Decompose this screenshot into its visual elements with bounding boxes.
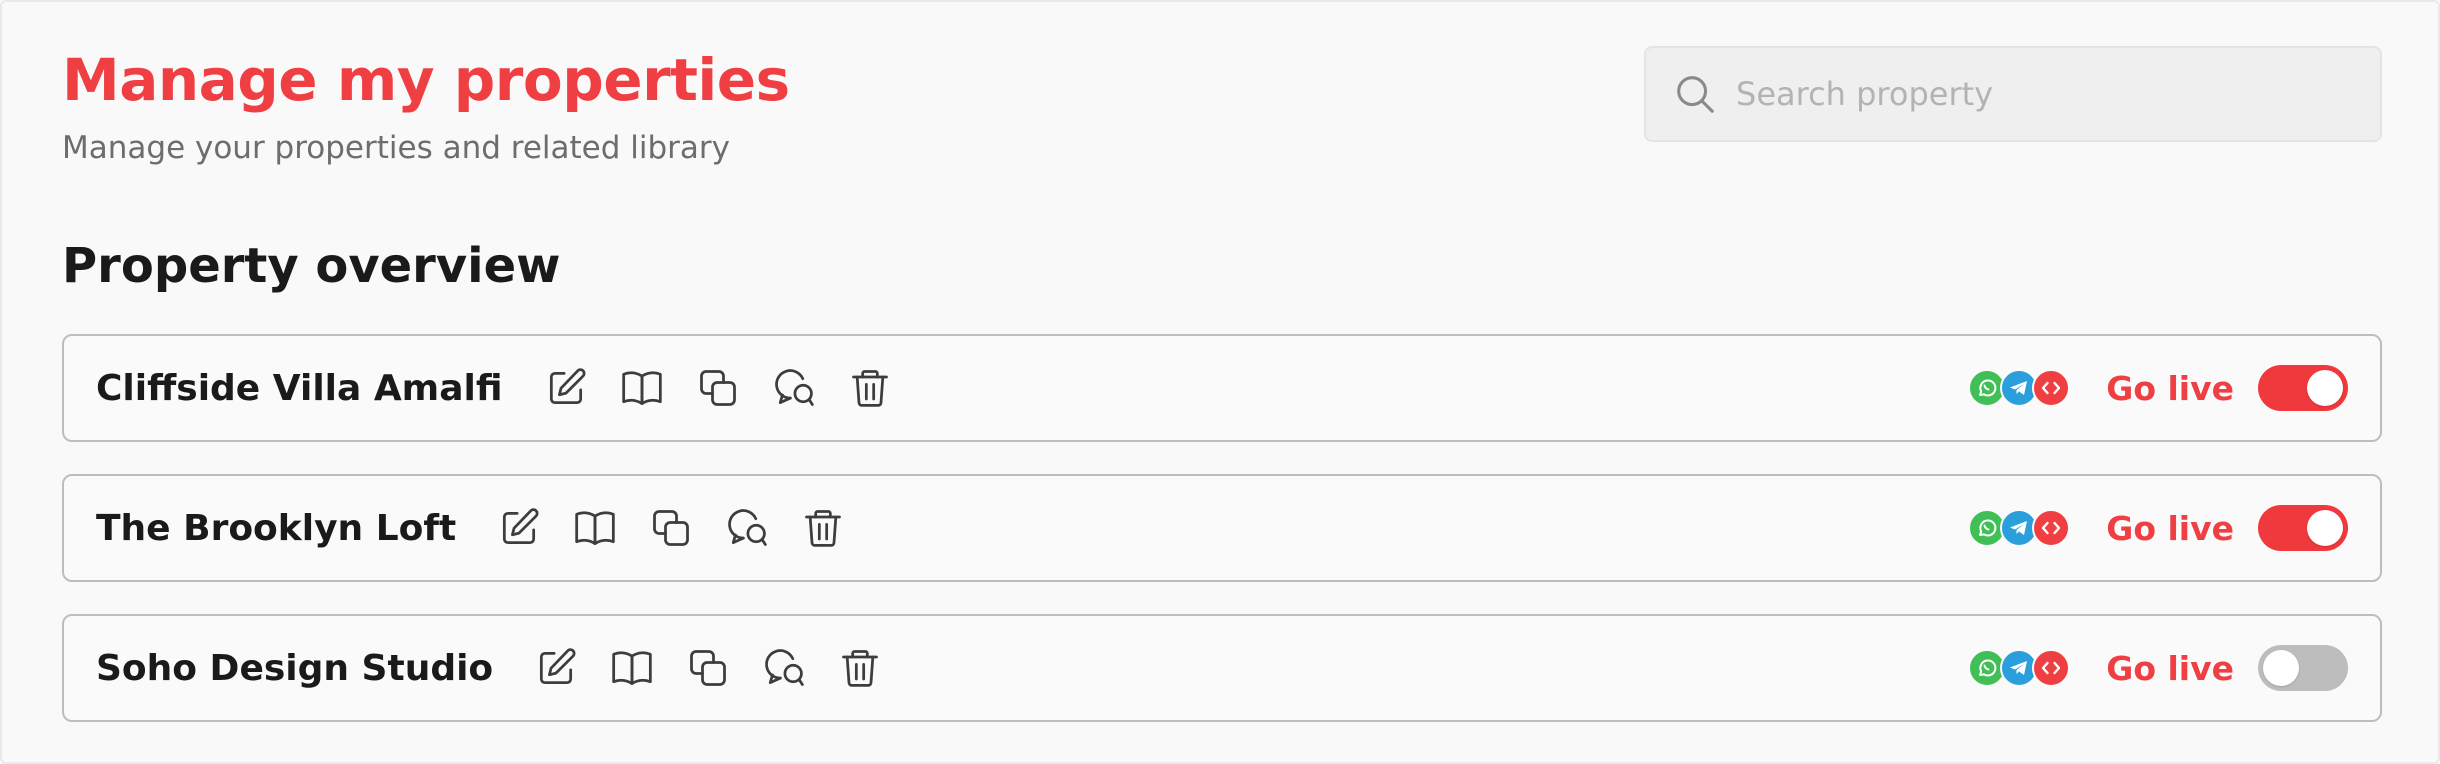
property-row: Cliffside Villa Amalfi Go live	[62, 334, 2382, 442]
duplicate-icon	[686, 646, 730, 690]
edit-button[interactable]	[533, 645, 579, 691]
delete-icon	[801, 506, 845, 550]
go-live-toggle[interactable]	[2258, 645, 2348, 691]
property-actions	[496, 505, 846, 551]
go-live-label: Go live	[2106, 368, 2234, 408]
page-subtitle: Manage your properties and related libra…	[62, 130, 731, 166]
delete-button[interactable]	[847, 365, 893, 411]
duplicate-button[interactable]	[648, 505, 694, 551]
chat-button[interactable]	[761, 645, 807, 691]
library-button[interactable]	[609, 645, 655, 691]
embed-code-icon	[2032, 649, 2071, 687]
search-box[interactable]	[1644, 46, 2382, 142]
page-title: Manage my properties	[62, 46, 790, 114]
toggle-knob	[2307, 510, 2343, 546]
library-button[interactable]	[619, 365, 665, 411]
toggle-knob	[2307, 370, 2343, 406]
edit-button[interactable]	[496, 505, 542, 551]
toggle-knob	[2263, 650, 2299, 686]
duplicate-icon	[649, 506, 693, 550]
duplicate-button[interactable]	[685, 645, 731, 691]
chat-button[interactable]	[771, 365, 817, 411]
embed-code-icon	[2032, 509, 2071, 547]
go-live-toggle[interactable]	[2258, 505, 2348, 551]
delete-button[interactable]	[800, 505, 846, 551]
go-live-toggle[interactable]	[2258, 365, 2348, 411]
edit-icon	[497, 506, 541, 550]
embed-code-icon	[2032, 369, 2071, 407]
go-live-label: Go live	[2106, 648, 2234, 688]
duplicate-icon	[696, 366, 740, 410]
search-input[interactable]	[1736, 75, 2356, 113]
library-book-icon	[573, 506, 617, 550]
page-frame: Manage my properties Manage your propert…	[0, 0, 2440, 764]
library-button[interactable]	[572, 505, 618, 551]
property-row: The Brooklyn Loft Go live	[62, 474, 2382, 582]
property-row: Soho Design Studio Go live	[62, 614, 2382, 722]
go-live-label: Go live	[2106, 508, 2234, 548]
property-actions	[533, 645, 883, 691]
edit-icon	[544, 366, 588, 410]
property-name[interactable]: Cliffside Villa Amalfi	[96, 368, 503, 409]
chat-icon	[725, 506, 769, 550]
section-title: Property overview	[62, 238, 561, 294]
property-actions	[543, 365, 893, 411]
library-book-icon	[620, 366, 664, 410]
chat-icon	[772, 366, 816, 410]
library-book-icon	[610, 646, 654, 690]
property-name[interactable]: Soho Design Studio	[96, 648, 493, 689]
delete-button[interactable]	[837, 645, 883, 691]
chat-icon	[762, 646, 806, 690]
edit-button[interactable]	[543, 365, 589, 411]
edit-icon	[534, 646, 578, 690]
channel-icons	[1968, 649, 2071, 687]
chat-button[interactable]	[724, 505, 770, 551]
delete-icon	[848, 366, 892, 410]
property-list: Cliffside Villa Amalfi Go live The Brookly…	[62, 334, 2382, 754]
duplicate-button[interactable]	[695, 365, 741, 411]
search-icon	[1672, 71, 1718, 117]
delete-icon	[838, 646, 882, 690]
channel-icons	[1968, 369, 2071, 407]
channel-icons	[1968, 509, 2071, 547]
property-name[interactable]: The Brooklyn Loft	[96, 508, 456, 549]
